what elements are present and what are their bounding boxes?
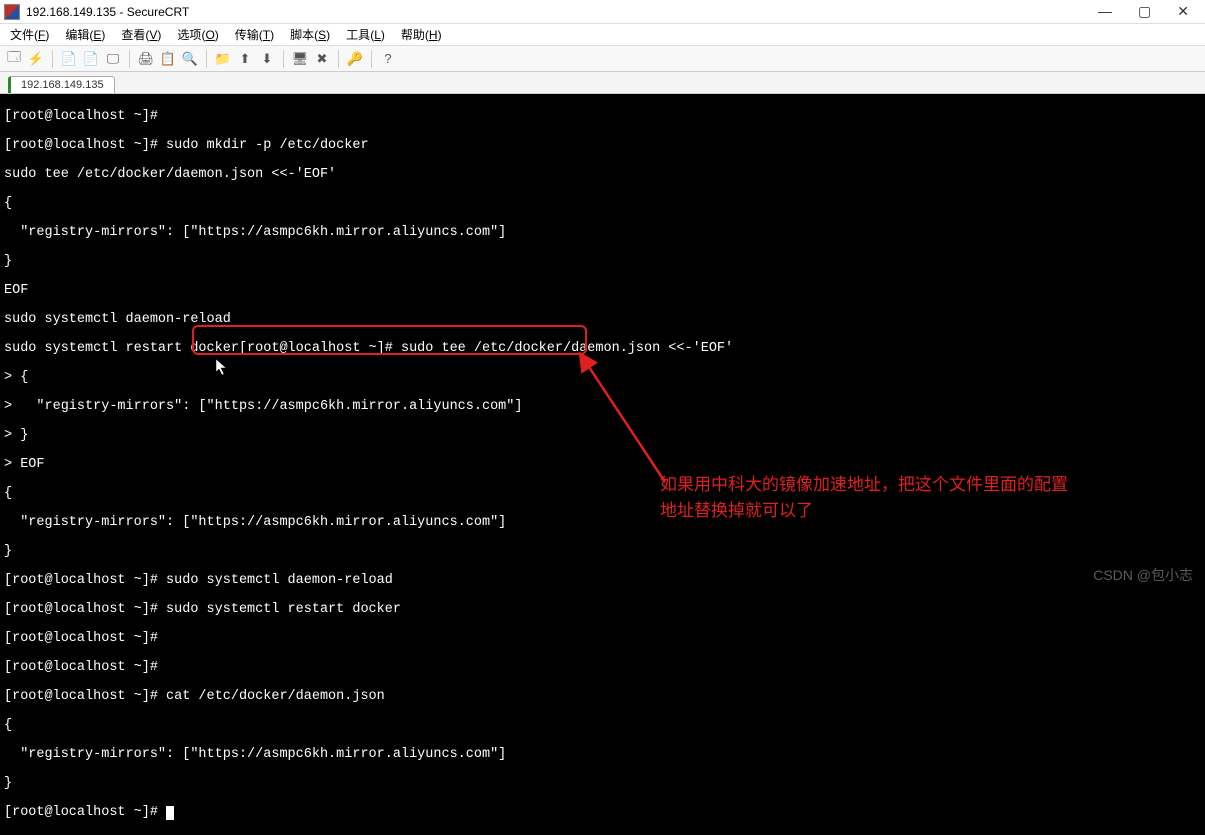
download-icon[interactable]: ⬇ bbox=[259, 51, 275, 67]
menu-file[interactable]: 文件(F) bbox=[4, 24, 55, 45]
menu-edit[interactable]: 编辑(E) bbox=[59, 24, 111, 45]
new-session-icon[interactable]: 📄 bbox=[61, 51, 77, 67]
properties-icon[interactable]: 🖥 bbox=[292, 51, 308, 67]
clone-session-icon[interactable]: 📄 bbox=[83, 51, 99, 67]
terminal-line: sudo tee /etc/docker/daemon.json <<-'EOF… bbox=[4, 168, 1201, 183]
watermark: CSDN @包小志 bbox=[1093, 565, 1193, 585]
terminal-line: } bbox=[4, 545, 1201, 560]
separator bbox=[129, 50, 130, 68]
terminal-line: [root@localhost ~]# bbox=[4, 806, 1201, 821]
terminal-line: sudo systemctl daemon-reload bbox=[4, 313, 1201, 328]
session-tab[interactable]: 192.168.149.135 bbox=[8, 76, 115, 93]
reconnect-icon[interactable]: 🖵 bbox=[105, 51, 121, 67]
disconnect-icon[interactable]: ✖ bbox=[314, 51, 330, 67]
menu-options[interactable]: 选项(O) bbox=[171, 24, 224, 45]
terminal-line: { bbox=[4, 197, 1201, 212]
terminal-line: [root@localhost ~]# sudo systemctl resta… bbox=[4, 603, 1201, 618]
tabbar: 192.168.149.135 bbox=[0, 72, 1205, 94]
folder-icon[interactable]: 📁 bbox=[215, 51, 231, 67]
upload-icon[interactable]: ⬆ bbox=[237, 51, 253, 67]
terminal-line: { bbox=[4, 487, 1201, 502]
copy-icon[interactable]: 📋 bbox=[160, 51, 176, 67]
separator bbox=[206, 50, 207, 68]
terminal-line: { bbox=[4, 719, 1201, 734]
separator bbox=[371, 50, 372, 68]
menu-tools[interactable]: 工具(L) bbox=[340, 24, 391, 45]
terminal-line: > EOF bbox=[4, 458, 1201, 473]
terminal-line: > { bbox=[4, 371, 1201, 386]
terminal-line: [root@localhost ~]# sudo systemctl daemo… bbox=[4, 574, 1201, 589]
session-icon[interactable]: 🗔 bbox=[6, 51, 22, 67]
terminal-line: > } bbox=[4, 429, 1201, 444]
terminal-line: [root@localhost ~]# bbox=[4, 661, 1201, 676]
separator bbox=[338, 50, 339, 68]
help-icon[interactable]: ? bbox=[380, 51, 396, 67]
menu-help[interactable]: 帮助(H) bbox=[395, 24, 448, 45]
terminal-line: } bbox=[4, 777, 1201, 792]
menubar: 文件(F) 编辑(E) 查看(V) 选项(O) 传输(T) 脚本(S) 工具(L… bbox=[0, 24, 1205, 46]
menu-transfer[interactable]: 传输(T) bbox=[229, 24, 280, 45]
terminal-line: } bbox=[4, 255, 1201, 270]
terminal-line: sudo systemctl restart docker[root@local… bbox=[4, 342, 1201, 357]
terminal-line: [root@localhost ~]# cat /etc/docker/daem… bbox=[4, 690, 1201, 705]
terminal-line: [root@localhost ~]# bbox=[4, 110, 1201, 125]
menu-view[interactable]: 查看(V) bbox=[115, 24, 167, 45]
separator bbox=[283, 50, 284, 68]
terminal-line: [root@localhost ~]# sudo mkdir -p /etc/d… bbox=[4, 139, 1201, 154]
separator bbox=[52, 50, 53, 68]
app-icon bbox=[4, 4, 20, 20]
toolbar: 🗔 ⚡ 📄 📄 🖵 🖨 📋 🔍 📁 ⬆ ⬇ 🖥 ✖ 🔑 ? bbox=[0, 46, 1205, 72]
close-button[interactable]: ✕ bbox=[1173, 3, 1193, 20]
window-controls: — ▢ ✕ bbox=[1094, 3, 1201, 20]
titlebar: 192.168.149.135 - SecureCRT — ▢ ✕ bbox=[0, 0, 1205, 24]
window-title: 192.168.149.135 - SecureCRT bbox=[26, 5, 1094, 19]
terminal-line: > "registry-mirrors": ["https://asmpc6kh… bbox=[4, 400, 1201, 415]
maximize-button[interactable]: ▢ bbox=[1134, 3, 1155, 20]
minimize-button[interactable]: — bbox=[1094, 3, 1116, 20]
terminal-line: EOF bbox=[4, 284, 1201, 299]
menu-script[interactable]: 脚本(S) bbox=[284, 24, 336, 45]
key-icon[interactable]: 🔑 bbox=[347, 51, 363, 67]
terminal[interactable]: [root@localhost ~]# [root@localhost ~]# … bbox=[0, 94, 1205, 591]
terminal-cursor bbox=[166, 806, 174, 820]
quick-connect-icon[interactable]: ⚡ bbox=[28, 51, 44, 67]
terminal-line: "registry-mirrors": ["https://asmpc6kh.m… bbox=[4, 516, 1201, 531]
print-icon[interactable]: 🖨 bbox=[138, 51, 154, 67]
terminal-line: [root@localhost ~]# bbox=[4, 632, 1201, 647]
terminal-line: "registry-mirrors": ["https://asmpc6kh.m… bbox=[4, 226, 1201, 241]
terminal-line: "registry-mirrors": ["https://asmpc6kh.m… bbox=[4, 748, 1201, 763]
find-icon[interactable]: 🔍 bbox=[182, 51, 198, 67]
